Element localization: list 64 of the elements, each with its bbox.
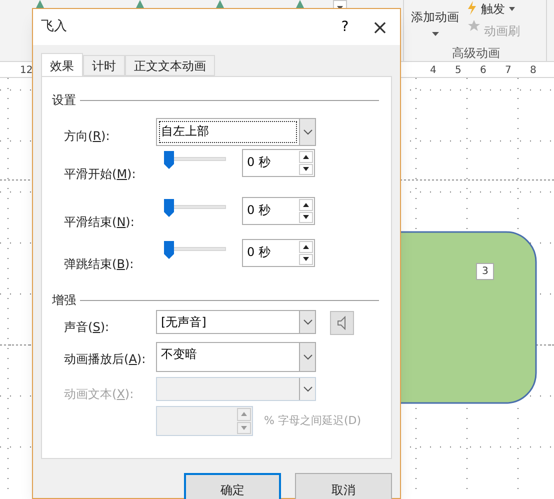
ruler-number: 12 [20, 64, 33, 78]
up-arrow-icon [302, 244, 310, 249]
slider[interactable] [164, 151, 226, 169]
ruler-number: 4 [430, 64, 436, 78]
caret-icon [509, 7, 515, 11]
chevron-icon [302, 354, 312, 360]
field-label: 平滑开始(M): [64, 167, 136, 181]
field-label: 动画文本(X): [64, 387, 134, 401]
field-label: 动画播放后(A): [64, 352, 146, 366]
star-icon [468, 20, 480, 32]
spin-up-button[interactable] [299, 151, 313, 162]
dropdown[interactable]: [无声音] [156, 310, 316, 334]
ruler-number: 7 [505, 64, 512, 78]
add-animation-button[interactable]: 添加动画 [405, 8, 465, 36]
dialog-button[interactable]: 确定 [184, 473, 281, 499]
dropdown[interactable]: 不变暗 [156, 342, 316, 372]
spin-down-button[interactable] [299, 212, 313, 223]
spin-up-button[interactable] [299, 199, 313, 210]
chevron-icon [302, 319, 312, 325]
slider-thumb[interactable] [164, 199, 174, 217]
spin-up-button[interactable] [299, 241, 313, 252]
ruler-number: 5 [455, 64, 462, 78]
up-arrow-icon [302, 202, 310, 207]
dialog-button[interactable]: 取消 [295, 473, 392, 499]
delay-label: % 字母之间延迟(D) [264, 413, 362, 429]
chevron-icon [302, 386, 312, 392]
section-heading: 增强 [52, 292, 76, 309]
slider[interactable] [164, 199, 226, 217]
up-arrow-icon [240, 412, 248, 416]
spin-down-button[interactable] [299, 164, 313, 175]
slider-thumb[interactable] [164, 241, 174, 259]
section-heading: 设置 [52, 92, 76, 109]
ruler-number: 6 [480, 64, 486, 78]
speaker-button[interactable] [330, 311, 354, 335]
down-arrow-icon [302, 257, 310, 262]
direction-dropdown[interactable]: 自左上部 [156, 118, 316, 146]
down-arrow-icon [302, 167, 310, 172]
trigger-button[interactable]: 触发 [481, 0, 515, 18]
field-label: 平滑结束(N): [64, 215, 134, 229]
tab[interactable]: 效果 [41, 53, 83, 77]
close-button[interactable]: × [360, 12, 400, 42]
duration-spinbox[interactable]: 0 秒 [242, 197, 315, 225]
down-arrow-icon [302, 215, 310, 220]
slider[interactable] [164, 241, 226, 259]
ruler-number: 8 [530, 64, 536, 78]
field-label: 方向(R): [64, 129, 110, 143]
group-label: 高级动画 [452, 45, 500, 62]
dialog-title: 飞入 [41, 18, 67, 36]
help-button[interactable]: ? [330, 16, 360, 38]
caret-icon [432, 32, 438, 36]
slider-thumb[interactable] [164, 151, 174, 169]
up-arrow-icon [302, 154, 310, 159]
duration-spinbox[interactable]: 0 秒 [242, 149, 315, 177]
speaker-icon [337, 316, 347, 330]
tab[interactable]: 正文文本动画 [125, 55, 215, 76]
field-label: 声音(S): [64, 320, 110, 334]
tab[interactable]: 计时 [83, 55, 125, 76]
lightning-icon [467, 1, 477, 15]
down-arrow-icon [240, 426, 248, 430]
spin-down-button[interactable] [299, 254, 313, 265]
chevron-icon [302, 129, 312, 135]
field-label: 弹跳结束(B): [64, 257, 134, 271]
duration-spinbox[interactable]: 0 秒 [242, 239, 315, 267]
animation-order-tag: 3 [476, 263, 494, 280]
